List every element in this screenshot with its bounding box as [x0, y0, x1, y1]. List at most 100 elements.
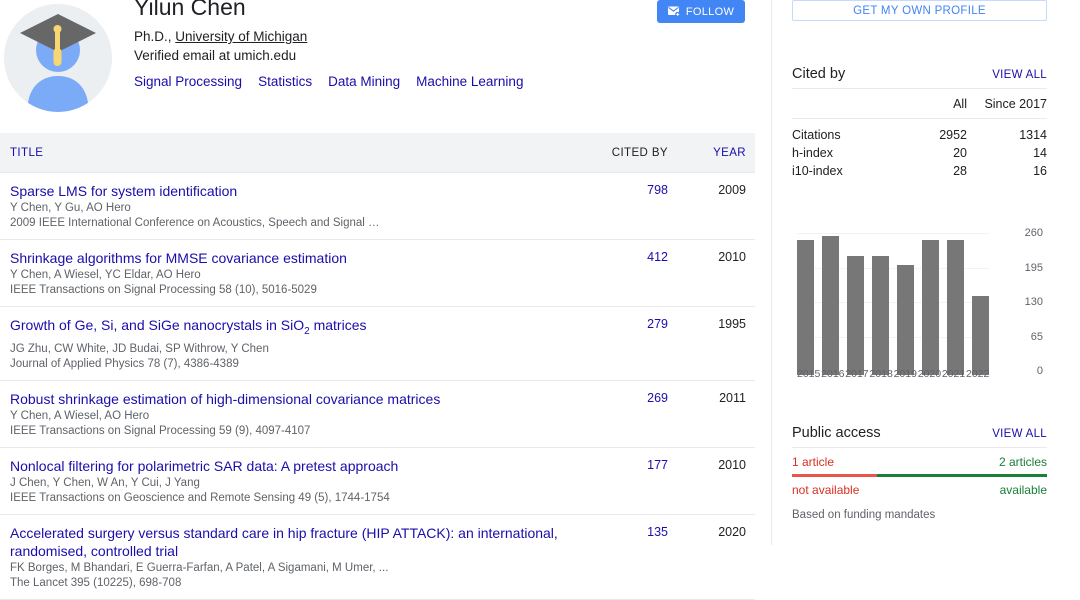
public-access-counts-row: 1 article 2 articles: [792, 448, 1047, 469]
chart-bars: [797, 237, 989, 375]
publication-title-link[interactable]: Robust shrinkage estimation of high-dime…: [10, 390, 570, 408]
publication-title-link[interactable]: Growth of Ge, Si, and SiGe nanocrystals …: [10, 316, 570, 341]
chart-y-label: 65: [1031, 331, 1043, 343]
publication-title-link[interactable]: Shrinkage algorithms for MMSE covariance…: [10, 249, 570, 267]
table-row: Sparse LMS for system identificationY Ch…: [0, 173, 755, 240]
metric-since: 16: [967, 162, 1047, 180]
cited-by-panel: Cited by VIEW ALL All Since 2017 Citatio…: [792, 66, 1047, 180]
publication-cited-by-count[interactable]: 269: [570, 390, 668, 405]
publication-main: Robust shrinkage estimation of high-dime…: [0, 390, 570, 439]
publication-venue: The Lancet 395 (10225), 698-708: [10, 576, 570, 591]
cited-by-view-all-link[interactable]: VIEW ALL: [992, 69, 1047, 81]
metrics-header-blank: [792, 89, 899, 119]
column-header-year[interactable]: YEAR: [668, 147, 755, 159]
chart-x-label: 2018: [869, 368, 892, 380]
interest-link-signal-processing[interactable]: Signal Processing: [134, 74, 242, 89]
publication-title-link[interactable]: Nonlocal filtering for polarimetric SAR …: [10, 457, 570, 475]
publications-table: TITLE CITED BY YEAR Sparse LMS for syste…: [0, 133, 755, 600]
chart-bar-2017[interactable]: [847, 256, 864, 375]
metric-label: i10-index: [792, 162, 899, 180]
title-subscript: 2: [304, 326, 310, 337]
interest-links: Signal Processing Statistics Data Mining Ma…: [134, 73, 654, 91]
profile-info: Yilun Chen Ph.D., University of Michigan…: [134, 0, 654, 91]
table-row: Robust shrinkage estimation of high-dime…: [0, 381, 755, 448]
chart-y-label: 0: [1037, 365, 1043, 377]
publication-venue: 2009 IEEE International Conference on Ac…: [10, 216, 570, 231]
table-row: Nonlocal filtering for polarimetric SAR …: [0, 448, 755, 515]
public-access-panel: Public access VIEW ALL 1 article 2 artic…: [792, 425, 1047, 521]
chart-y-label: 195: [1025, 262, 1043, 274]
metric-all: 20: [899, 144, 967, 162]
public-access-available-count[interactable]: 2 articles: [999, 455, 1047, 469]
publication-authors: Y Chen, A Wiesel, YC Eldar, AO Hero: [10, 268, 570, 283]
publication-year: 1995: [668, 316, 755, 331]
publication-venue: IEEE Transactions on Geoscience and Remo…: [10, 491, 570, 506]
table-row: Growth of Ge, Si, and SiGe nanocrystals …: [0, 307, 755, 381]
chart-x-label: 2019: [894, 368, 917, 380]
public-access-not-available-label: not available: [792, 483, 859, 497]
publication-title-link[interactable]: Sparse LMS for system identification: [10, 182, 570, 200]
chart-x-label: 2016: [821, 368, 844, 380]
public-access-progress-bar: [792, 474, 1047, 477]
column-divider: [771, 0, 772, 545]
publication-cited-by-count[interactable]: 177: [570, 457, 668, 472]
publication-authors: FK Borges, M Bhandari, E Guerra-Farfan, …: [10, 561, 570, 576]
chart-bar-2019[interactable]: [897, 265, 914, 375]
publication-cited-by-count[interactable]: 279: [570, 316, 668, 331]
publication-main: Sparse LMS for system identificationY Ch…: [0, 182, 570, 231]
publication-main: Accelerated surgery versus standard care…: [0, 524, 570, 591]
metric-all: 2952: [899, 119, 967, 145]
publication-year: 2009: [668, 182, 755, 197]
table-row: Accelerated surgery versus standard care…: [0, 515, 755, 600]
chart-bar-2018[interactable]: [872, 256, 889, 375]
metric-since: 1314: [967, 119, 1047, 145]
chart-y-axis-labels: 260 195 130 65 0: [992, 223, 1047, 375]
chart-gridline: [797, 233, 989, 234]
cited-by-metric-row: i10-index2816: [792, 162, 1047, 180]
get-my-own-profile-button[interactable]: GET MY OWN PROFILE: [792, 0, 1047, 21]
publication-cited-by-count[interactable]: 135: [570, 524, 668, 539]
publication-venue: IEEE Transactions on Signal Processing 5…: [10, 283, 570, 298]
publication-year: 2010: [668, 457, 755, 472]
publications-table-header: TITLE CITED BY YEAR: [0, 133, 755, 173]
public-access-footer: Based on funding mandates: [792, 497, 1047, 521]
interest-link-machine-learning[interactable]: Machine Learning: [416, 74, 523, 89]
profile-header: Yilun Chen Ph.D., University of Michigan…: [0, 0, 771, 125]
interest-link-statistics[interactable]: Statistics: [258, 74, 312, 89]
chart-plot-area: [797, 223, 989, 375]
publication-cited-by-count[interactable]: 412: [570, 249, 668, 264]
chart-bar-2016[interactable]: [822, 236, 839, 375]
cited-by-panel-header: Cited by VIEW ALL: [792, 66, 1047, 89]
chart-bar-2020[interactable]: [922, 240, 939, 375]
column-header-title[interactable]: TITLE: [0, 147, 570, 159]
graduation-avatar-icon: [4, 4, 112, 112]
public-access-not-available-count[interactable]: 1 article: [792, 455, 834, 469]
scholar-profile-page: Yilun Chen Ph.D., University of Michigan…: [0, 0, 1080, 545]
follow-button-label: FOLLOW: [686, 6, 734, 18]
avatar[interactable]: [4, 4, 112, 112]
affiliation-link[interactable]: University of Michigan: [175, 29, 307, 44]
verified-email: Verified email at umich.edu: [134, 46, 654, 65]
public-access-bar-not-available: [792, 474, 877, 477]
publication-venue: IEEE Transactions on Signal Processing 5…: [10, 424, 570, 439]
chart-bar-2015[interactable]: [797, 240, 814, 375]
publication-authors: JG Zhu, CW White, JD Budai, SP Withrow, …: [10, 342, 570, 357]
public-access-view-all-link[interactable]: VIEW ALL: [992, 428, 1047, 440]
metrics-header-since: Since 2017: [967, 89, 1047, 119]
chart-y-label: 260: [1025, 227, 1043, 239]
public-access-available-label: available: [1000, 483, 1047, 497]
chart-bar-2021[interactable]: [947, 240, 964, 375]
follow-button[interactable]: FOLLOW: [657, 0, 745, 23]
profile-affiliation-line: Ph.D., University of Michigan: [134, 27, 654, 46]
chart-y-label: 130: [1025, 296, 1043, 308]
chart-x-axis-labels: 20152016201720182019202020212022: [797, 368, 989, 380]
publication-cited-by-count[interactable]: 798: [570, 182, 668, 197]
publication-title-link[interactable]: Accelerated surgery versus standard care…: [10, 524, 570, 560]
publication-authors: Y Chen, Y Gu, AO Hero: [10, 201, 570, 216]
profile-name: Yilun Chen: [134, 0, 654, 22]
interest-link-data-mining[interactable]: Data Mining: [328, 74, 400, 89]
public-access-title: Public access: [792, 425, 881, 441]
main-content-column: Yilun Chen Ph.D., University of Michigan…: [0, 0, 771, 545]
chart-bar-2022[interactable]: [972, 296, 989, 375]
metric-label: h-index: [792, 144, 899, 162]
